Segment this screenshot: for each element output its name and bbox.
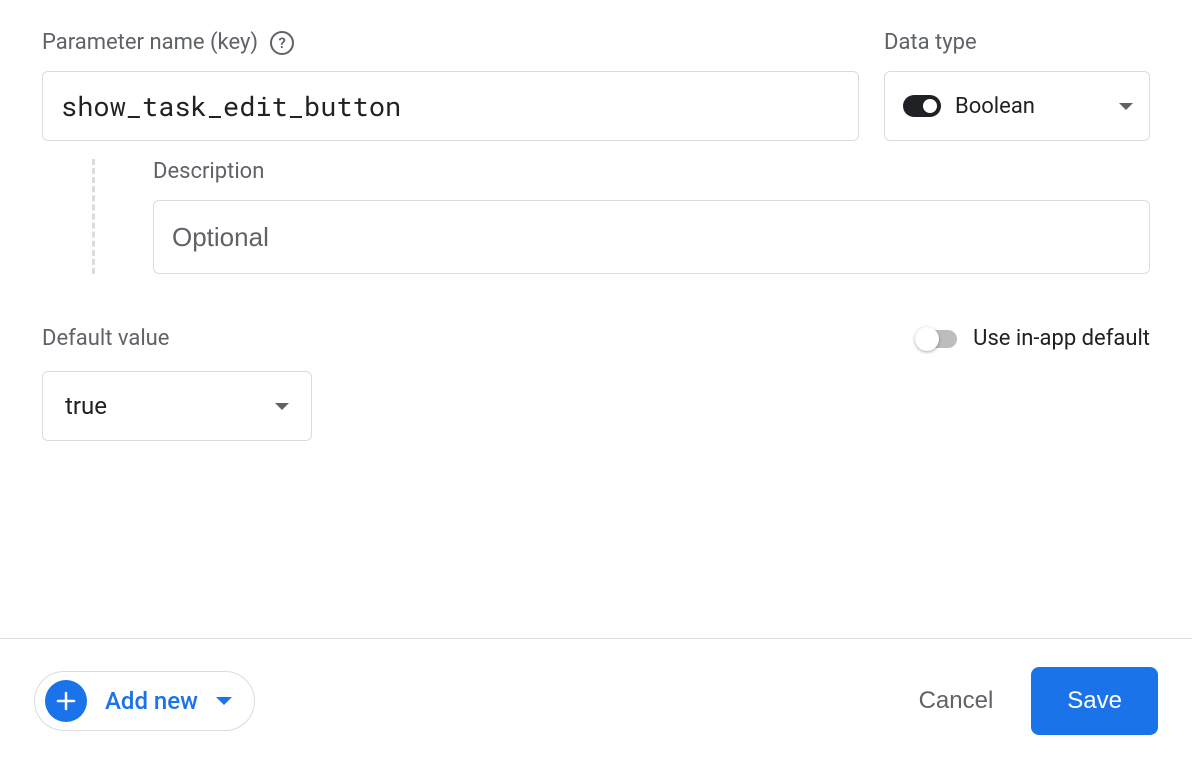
add-new-button[interactable]: Add new [34,671,255,731]
add-new-label: Add new [105,687,198,715]
data-type-label: Data type [884,30,1150,55]
default-value-text: true [65,392,107,420]
parameter-name-input[interactable] [42,71,859,141]
cancel-button[interactable]: Cancel [919,687,994,715]
chevron-down-icon [1119,103,1133,110]
footer-bar: Add new Cancel Save [0,638,1192,763]
help-icon[interactable]: ? [270,31,294,55]
data-type-value: Boolean [955,94,1105,119]
save-button[interactable]: Save [1031,667,1158,735]
data-type-select[interactable]: Boolean [884,71,1150,141]
default-value-label: Default value [42,326,169,351]
chevron-down-icon [275,403,289,410]
use-in-app-default-toggle[interactable] [917,330,957,348]
description-input[interactable] [153,200,1150,274]
parameter-name-label: Parameter name (key) ? [42,30,859,55]
parameter-name-label-text: Parameter name (key) [42,30,258,55]
tree-guide [92,159,95,274]
plus-icon [45,680,87,722]
default-value-select[interactable]: true [42,371,312,441]
use-in-app-default-label: Use in-app default [973,326,1150,351]
description-label: Description [153,159,1150,184]
chevron-down-icon [216,697,232,705]
boolean-icon [903,95,941,117]
